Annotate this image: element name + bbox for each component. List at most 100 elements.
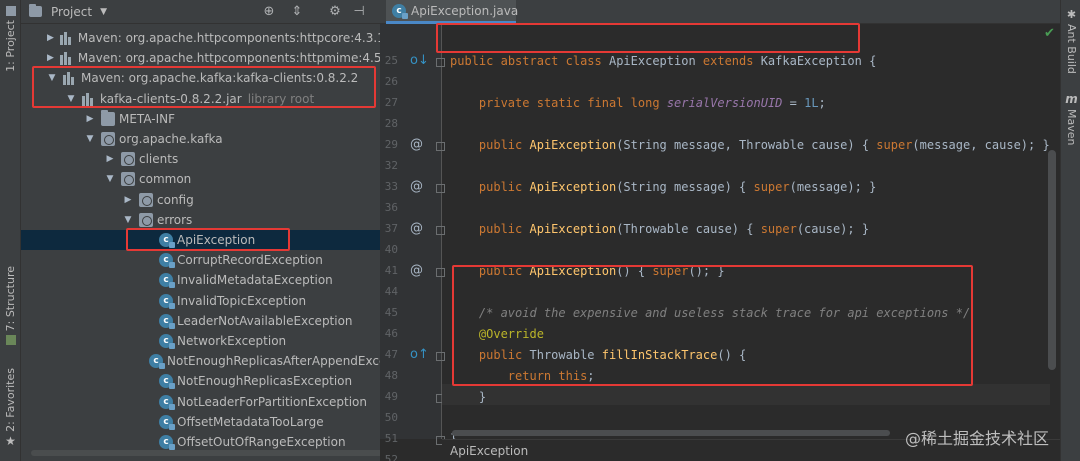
override-gutter-icon[interactable]: o↑ <box>410 347 429 362</box>
code-line[interactable]: public ApiException(String message, Thro… <box>450 135 1050 156</box>
fold-marker-icon[interactable] <box>436 268 445 277</box>
locate-file-icon[interactable]: ⊕ <box>261 4 277 20</box>
project-tree-horizontal-scrollbar[interactable] <box>31 450 380 456</box>
package-icon <box>101 132 115 146</box>
tree-item[interactable]: ▶ clients <box>21 149 380 169</box>
tree-item[interactable]: c NetworkException <box>21 331 380 351</box>
code-line[interactable]: public Throwable fillInStackTrace() { <box>450 345 746 366</box>
code-line[interactable]: public ApiException(String message) { su… <box>450 177 876 198</box>
tree-item[interactable]: c OffsetOutOfRangeException <box>21 432 380 452</box>
tree-item[interactable]: ▶ Maven: org.apache.httpcomponents:httpmi… <box>21 48 380 68</box>
fold-marker-icon[interactable] <box>436 184 445 193</box>
expand-arrow-icon[interactable]: ▼ <box>47 73 57 83</box>
expand-arrow-icon[interactable]: ▼ <box>105 174 115 184</box>
tree-item[interactable]: c InvalidMetadataException <box>21 270 380 290</box>
annotation-gutter-icon[interactable]: @ <box>410 137 423 152</box>
current-line-highlight <box>442 384 1050 405</box>
code-line[interactable]: return this; <box>450 366 595 387</box>
class-icon: c <box>159 253 175 269</box>
class-icon: c <box>392 3 408 19</box>
breadcrumb-item[interactable]: ApiException <box>450 444 528 458</box>
tree-item[interactable]: ▶ config <box>21 190 380 210</box>
maven-tool-tab[interactable]: m Maven <box>1061 92 1080 145</box>
line-number: 32 <box>384 159 398 172</box>
favorites-tool-tab[interactable]: 2: Favorites ★ <box>0 368 21 448</box>
tree-item[interactable]: c InvalidTopicException <box>21 291 380 311</box>
line-number: 52 <box>384 453 398 461</box>
tree-item[interactable]: c OffsetMetadataTooLarge <box>21 412 380 432</box>
line-number: 27 <box>384 96 398 109</box>
tree-item[interactable]: c CorruptRecordException <box>21 250 380 270</box>
watermark: @稀土掘金技术社区 <box>905 429 1050 448</box>
collapse-arrow-icon[interactable]: ▶ <box>105 154 115 164</box>
tree-item[interactable]: c NotEnoughReplicasException <box>21 371 380 391</box>
package-icon <box>139 192 153 207</box>
collapse-arrow-icon[interactable]: ▶ <box>85 114 95 124</box>
code-line[interactable]: public ApiException() { super(); } <box>450 261 725 282</box>
collapse-arrow-icon[interactable]: ▶ <box>47 53 54 63</box>
line-number: 29 <box>384 138 398 151</box>
tree-item[interactable]: ▶ Maven: org.apache.httpcomponents:httpco… <box>21 28 380 48</box>
tree-item[interactable]: ▼ kafka-clients-0.8.2.2.jar library root <box>21 89 380 109</box>
code-line[interactable]: @Override <box>450 324 544 345</box>
code-line[interactable]: private static final long serialVersionU… <box>450 93 826 114</box>
editor-tab-apiexception[interactable]: c ApiException.java <box>386 0 519 24</box>
hide-panel-icon[interactable]: ⊣ <box>351 4 367 20</box>
project-view-selector[interactable]: Project <box>51 5 92 19</box>
override-gutter-icon[interactable]: o↓ <box>410 53 429 68</box>
line-number: 47 <box>384 348 398 361</box>
tree-item[interactable]: c NotEnoughReplicasAfterAppendExce <box>21 351 380 371</box>
tree-item[interactable]: ▼ Maven: org.apache.kafka:kafka-clients:0… <box>21 68 380 88</box>
expand-arrow-icon[interactable]: ▼ <box>123 215 133 225</box>
class-icon: c <box>159 233 175 248</box>
project-panel-header: Project ▼ ⊕ ⇕ ⚙ ⊣ <box>21 0 380 24</box>
class-icon: c <box>149 354 165 370</box>
tree-item[interactable]: c ApiException <box>21 230 380 250</box>
check-icon: ✔ <box>1044 26 1055 41</box>
ant-build-tool-tab[interactable]: ✱ Ant Build <box>1061 8 1080 74</box>
editor-tab-label: ApiException.java <box>411 3 519 18</box>
fold-marker-icon[interactable] <box>436 226 445 235</box>
chevron-down-icon[interactable]: ▼ <box>100 7 107 17</box>
class-icon: c <box>159 394 175 410</box>
annotation-gutter-icon[interactable]: @ <box>410 179 423 194</box>
code-line[interactable]: public abstract class ApiException exten… <box>450 51 876 72</box>
tree-item[interactable]: ▼ errors <box>21 210 380 230</box>
tree-item[interactable]: ▼ common <box>21 169 380 189</box>
expand-arrow-icon[interactable]: ▼ <box>85 134 95 144</box>
fold-marker-icon[interactable] <box>436 352 445 361</box>
editor-horizontal-scrollbar[interactable] <box>452 430 890 436</box>
code-line[interactable]: /* avoid the expensive and useless stack… <box>450 303 970 324</box>
project-tool-tab[interactable]: 1: Project <box>0 6 21 72</box>
tree-item[interactable]: ▼ org.apache.kafka <box>21 129 380 149</box>
annotation-gutter-icon[interactable]: @ <box>410 263 423 278</box>
code-line[interactable]: public ApiException(Throwable cause) { s… <box>450 219 869 240</box>
tree-item[interactable]: c LeaderNotAvailableException <box>21 311 380 331</box>
code-line[interactable]: } <box>450 387 486 408</box>
collapse-all-icon[interactable]: ⇕ <box>289 4 305 20</box>
ant-build-label: Ant Build <box>1065 24 1078 74</box>
tree-item-label: InvalidMetadataException <box>177 273 333 288</box>
tree-item[interactable]: c NotLeaderForPartitionException <box>21 392 380 412</box>
expand-arrow-icon[interactable]: ▼ <box>66 94 76 104</box>
editor-tab-bar: c ApiException.java ✔ <box>380 0 1060 41</box>
fold-marker-icon[interactable] <box>436 142 445 151</box>
left-tool-strip: 1: Project 7: Structure 2: Favorites ★ <box>0 0 21 461</box>
tree-item[interactable]: ▶ META-INF <box>21 109 380 129</box>
annotation-gutter-icon[interactable]: @ <box>410 221 423 236</box>
collapse-arrow-icon[interactable]: ▶ <box>123 195 133 205</box>
structure-tool-tab[interactable]: 7: Structure <box>0 266 21 349</box>
gear-icon[interactable]: ⚙ <box>327 4 343 20</box>
tree-item-label: NotEnoughReplicasException <box>177 374 353 389</box>
class-icon: c <box>159 293 175 309</box>
line-number: 37 <box>384 222 398 235</box>
library-icon <box>63 71 77 86</box>
project-icon <box>29 4 42 17</box>
package-icon <box>121 152 135 167</box>
jar-icon <box>82 92 96 106</box>
structure-icon <box>5 335 16 346</box>
collapse-arrow-icon[interactable]: ▶ <box>47 33 54 43</box>
folder-icon <box>101 109 115 126</box>
fold-marker-icon[interactable] <box>436 58 445 67</box>
editor-vertical-scrollbar[interactable] <box>1048 150 1056 370</box>
